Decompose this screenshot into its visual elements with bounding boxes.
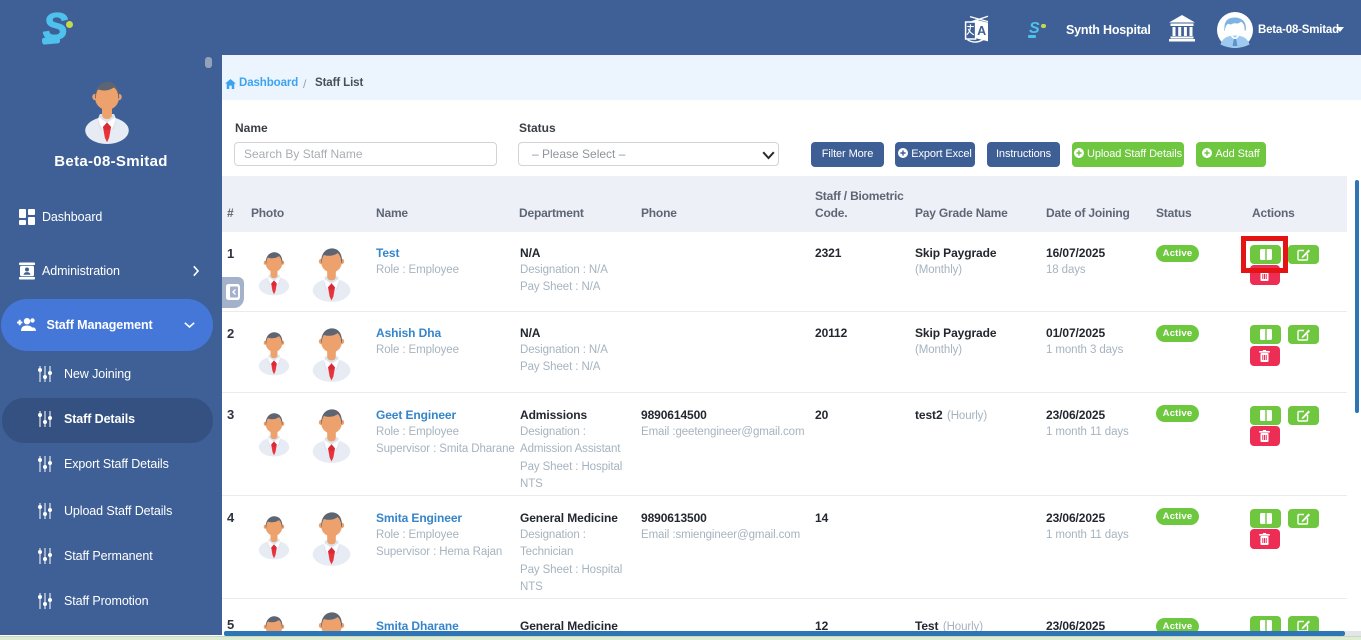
svg-text:A: A [977,24,986,38]
